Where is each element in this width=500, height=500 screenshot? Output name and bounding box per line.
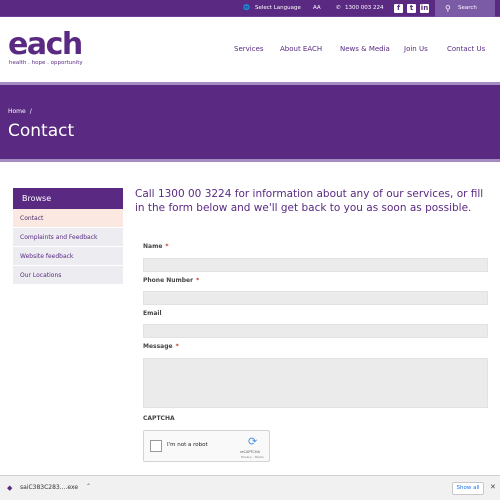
recaptcha-logo-icon: ⟳ (248, 435, 258, 448)
recaptcha-checkbox[interactable] (150, 440, 162, 452)
required-marker: * (175, 343, 179, 350)
name-label: Name * (143, 243, 169, 250)
email-field[interactable] (143, 324, 488, 338)
captcha-label: CAPTCHA (143, 415, 175, 422)
phone-field[interactable] (143, 291, 488, 305)
intro-text: Call 1300 00 3224 for information about … (135, 188, 484, 214)
recaptcha-widget: I'm not a robot ⟳ reCAPTCHA Privacy - Te… (143, 430, 270, 462)
sidebar-item-website-feedback[interactable]: Website feedback (13, 247, 123, 266)
globe-icon[interactable]: 🌐 (243, 0, 250, 17)
download-file-name[interactable]: saiC383C283....exe (20, 484, 78, 491)
each-logo[interactable]: each (8, 30, 83, 60)
close-icon[interactable]: ✕ (490, 483, 496, 491)
search-icon: ⚲ (445, 4, 451, 13)
facebook-icon[interactable]: f (394, 4, 403, 13)
sidebar-item-locations[interactable]: Our Locations (13, 266, 123, 285)
message-label: Message * (143, 343, 179, 350)
breadcrumb-separator: / (29, 108, 32, 115)
chevron-up-icon[interactable]: ⌃ (86, 483, 91, 490)
message-field[interactable] (143, 358, 488, 408)
phone-icon: ✆ (336, 5, 341, 11)
show-all-button[interactable]: Show all (452, 482, 484, 495)
nav-join-us[interactable]: Join Us (404, 45, 428, 53)
text-size-toggle[interactable]: AA (313, 0, 321, 17)
phone-label-text: Phone Number (143, 277, 194, 284)
search-label: Search (458, 5, 477, 11)
utility-bar: 🌐 Select Language AA ✆ 1300 003 224 f t … (0, 0, 500, 17)
download-bar: ◆ saiC383C283....exe ⌃ Show all ✕ (0, 475, 500, 500)
recaptcha-text: I'm not a robot (167, 442, 208, 448)
download-file-icon: ◆ (7, 484, 13, 492)
breadcrumb: Home / (8, 108, 32, 115)
nav-contact-us[interactable]: Contact Us (447, 45, 485, 53)
recaptcha-brand: reCAPTCHA (240, 450, 260, 454)
twitter-icon[interactable]: t (407, 4, 416, 13)
required-marker: * (165, 243, 169, 250)
logo-tagline: health . hope . opportunity (9, 60, 83, 66)
nav-about-each[interactable]: About EACH (280, 45, 322, 53)
page-banner: Home / Contact (0, 82, 500, 162)
sidebar-item-contact[interactable]: Contact (13, 209, 123, 228)
sidebar-item-complaints[interactable]: Complaints and Feedback (13, 228, 123, 247)
page-title: Contact (8, 121, 75, 141)
search-button[interactable]: ⚲ Search (435, 0, 495, 17)
sidebar-nav: Browse Contact Complaints and Feedback W… (13, 188, 123, 285)
required-marker: * (196, 277, 200, 284)
recaptcha-links[interactable]: Privacy - Terms (241, 455, 264, 459)
breadcrumb-home[interactable]: Home (8, 108, 26, 115)
site-header: each health . hope . opportunity Service… (0, 18, 500, 82)
message-label-text: Message (143, 343, 173, 350)
nav-news-media[interactable]: News & Media (340, 45, 390, 53)
name-label-text: Name (143, 243, 163, 250)
select-language-link[interactable]: Select Language (255, 0, 301, 17)
name-field[interactable] (143, 258, 488, 272)
phone-label: Phone Number * (143, 277, 199, 284)
sidebar-heading: Browse (13, 188, 123, 209)
nav-services[interactable]: Services (234, 45, 264, 53)
email-label: Email (143, 310, 162, 317)
linkedin-icon[interactable]: in (420, 4, 429, 13)
phone-link[interactable]: 1300 003 224 (345, 0, 384, 17)
